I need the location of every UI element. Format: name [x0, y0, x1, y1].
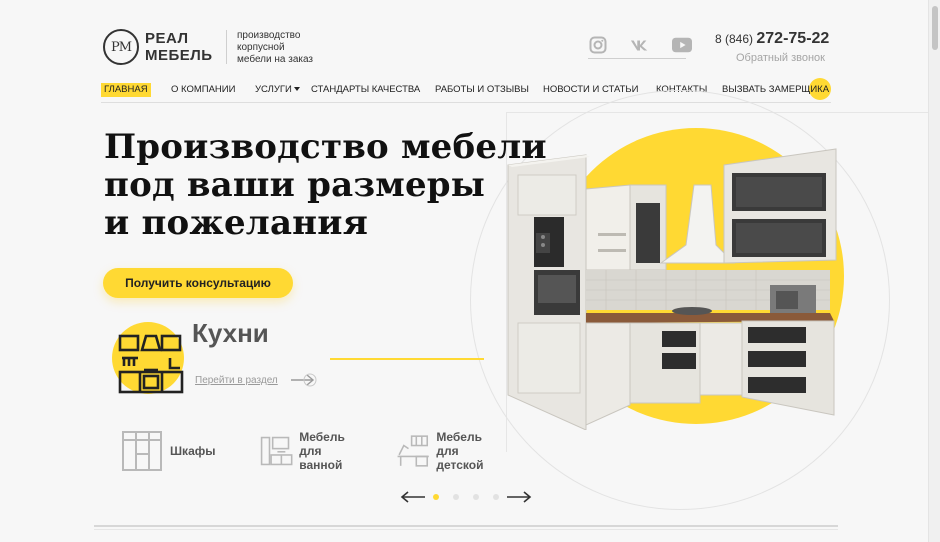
logo-mark: PM: [103, 29, 139, 65]
tagline-line: мебели на заказ: [237, 54, 314, 65]
category-accent-line: [330, 358, 484, 360]
vk-icon[interactable]: [630, 36, 650, 54]
footer-divider: [94, 525, 838, 527]
slider-controls: [400, 490, 532, 504]
chevron-down-icon: [293, 87, 300, 92]
title-line: Производство мебели: [104, 127, 547, 167]
kitchen-image: [507, 148, 837, 430]
instagram-icon[interactable]: [588, 36, 608, 54]
tagline-line: корпусной: [237, 42, 285, 53]
logo-line-1: РЕАЛ: [145, 30, 189, 47]
category-label: Шкафы: [170, 444, 216, 458]
nav-item-about[interactable]: О КОМПАНИИ: [171, 83, 235, 97]
category-link[interactable]: Перейти в раздел: [195, 375, 278, 386]
nav-item-quality[interactable]: СТАНДАРТЫ КАЧЕСТВА: [311, 83, 420, 97]
arrow-right-icon[interactable]: [290, 373, 318, 387]
wardrobe-icon: [122, 431, 162, 471]
tagline-line: производство: [237, 30, 301, 41]
logo-text: РЕАЛ МЕБЕЛЬ: [145, 30, 213, 64]
nav-item-services[interactable]: УСЛУГИ: [255, 83, 300, 97]
nav-item-services-label: УСЛУГИ: [255, 84, 292, 95]
footer-divider-thin: [94, 529, 838, 530]
phone[interactable]: 8 (846) 272-75-22: [715, 30, 829, 48]
nav-item-home[interactable]: ГЛАВНАЯ: [101, 83, 151, 97]
category-item-wardrobe[interactable]: Шкафы: [120, 430, 216, 472]
category-label: Мебель для детской: [436, 430, 493, 472]
slider-dot[interactable]: [493, 494, 499, 500]
scrollbar[interactable]: [928, 0, 940, 542]
nav-item-works[interactable]: РАБОТЫ И ОТЗЫВЫ: [435, 83, 529, 97]
category-label-line: для ванной: [299, 444, 343, 472]
category-label-line: Мебель: [299, 430, 345, 444]
consultation-button[interactable]: Получить консультацию: [103, 268, 293, 298]
logo[interactable]: PM РЕАЛ МЕБЕЛЬ: [103, 29, 213, 65]
slider-dot[interactable]: [473, 494, 479, 500]
category-label: Мебель для ванной: [299, 430, 353, 472]
social-underline: [588, 58, 686, 59]
category-label-line: Шкафы: [170, 444, 216, 458]
arrow-left-icon[interactable]: [400, 490, 426, 504]
category-label-line: для детской: [436, 444, 484, 472]
category-item-kids[interactable]: Мебель для детской: [396, 430, 493, 472]
social-links: [588, 36, 692, 54]
title-line: под ваши размеры: [104, 165, 486, 205]
page-title: Производство мебели под ваши размеры и п…: [104, 128, 547, 242]
youtube-icon[interactable]: [672, 36, 692, 54]
arrow-right-icon[interactable]: [506, 490, 532, 504]
nav-item-news[interactable]: НОВОСТИ И СТАТЬИ: [543, 83, 638, 97]
bathroom-furniture-icon: [260, 436, 293, 466]
phone-code: 8 (846): [715, 32, 754, 46]
kids-furniture-icon: [397, 435, 429, 467]
tagline: производство корпусной мебели на заказ: [237, 30, 327, 66]
slider-dot[interactable]: [453, 494, 459, 500]
category-label-line: Мебель: [436, 430, 482, 444]
slider-dot[interactable]: [433, 494, 439, 500]
scrollbar-thumb[interactable]: [932, 6, 938, 50]
phone-number: 272-75-22: [756, 30, 830, 47]
logo-divider: [226, 30, 227, 64]
kitchen-icon: [118, 334, 184, 394]
callback-link[interactable]: Обратный звонок: [736, 52, 825, 64]
page: PM РЕАЛ МЕБЕЛЬ производство корпусной ме…: [0, 0, 928, 542]
title-line: и пожелания: [104, 203, 369, 243]
logo-line-2: МЕБЕЛЬ: [145, 47, 213, 64]
category-title: Кухни: [192, 318, 269, 348]
category-item-bathroom[interactable]: Мебель для ванной: [260, 430, 354, 472]
nav-item-call-measurer[interactable]: ВЫЗВАТЬ ЗАМЕРЩИКА: [722, 83, 829, 97]
